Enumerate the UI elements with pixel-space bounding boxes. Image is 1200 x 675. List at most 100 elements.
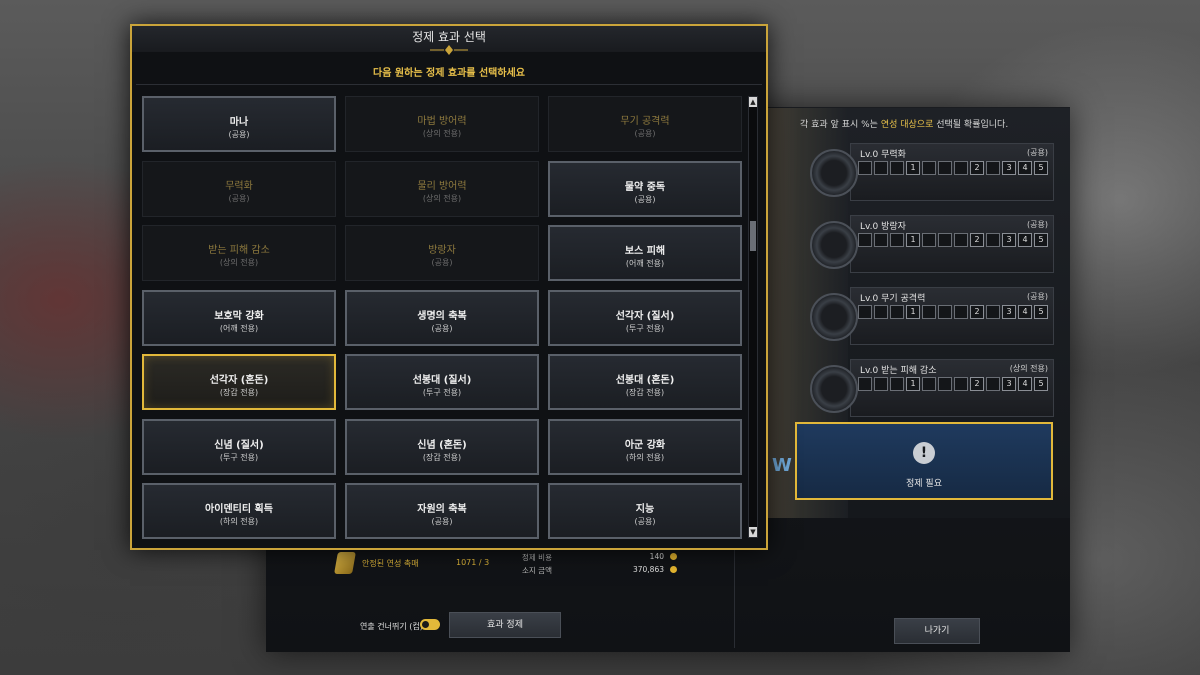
effect-option[interactable]: 방랑자 (공용) xyxy=(345,225,539,281)
effect-restriction: (공용) xyxy=(634,129,656,138)
logo-icon: W xyxy=(772,455,792,476)
level-box xyxy=(858,305,872,319)
slot-gem-icon xyxy=(810,365,858,413)
scroll-thumb[interactable] xyxy=(750,221,756,251)
scroll-down-icon[interactable]: ▼ xyxy=(749,527,757,537)
slot-tag: (공용) xyxy=(1027,220,1048,229)
gold-coin-icon xyxy=(670,566,677,573)
effect-name: 방랑자 xyxy=(428,245,456,256)
level-box xyxy=(874,377,888,391)
level-box xyxy=(938,161,952,175)
slot-tag: (공용) xyxy=(1027,148,1048,157)
slot-name: Lv.0 방랑자 xyxy=(860,222,906,232)
effect-restriction: (하의 전용) xyxy=(219,517,259,526)
effect-slot: Lv.0 무력화 (공용) 1 2 3 4 5 xyxy=(810,143,1054,201)
effect-option[interactable]: 물약 중독 (공용) xyxy=(548,160,742,217)
effect-restriction: (공용) xyxy=(634,517,656,526)
slot-tag: (상의 전용) xyxy=(1009,364,1048,373)
scroll-up-icon[interactable]: ▲ xyxy=(749,97,757,107)
level-marker: 5 xyxy=(1034,161,1048,175)
effect-restriction: (공용) xyxy=(431,323,453,333)
effect-option[interactable]: 보호막 강화 (어깨 전용) xyxy=(142,289,336,346)
scrollbar[interactable]: ▲ ▼ xyxy=(748,96,758,538)
effect-slot: Lv.0 받는 피해 감소 (상의 전용) 1 2 3 4 5 xyxy=(810,359,1054,417)
effect-option[interactable]: 생명의 축복 (공용) xyxy=(345,289,539,346)
effect-option[interactable]: 마나 (공용) xyxy=(142,96,336,152)
level-box xyxy=(890,305,904,319)
effect-option[interactable]: 선봉대 (질서) (투구 전용) xyxy=(345,354,539,410)
divider xyxy=(734,548,735,648)
level-track: 1 2 345 xyxy=(858,161,1048,175)
effect-name: 선각자 (질서) xyxy=(615,310,675,322)
effect-restriction: (공용) xyxy=(431,517,453,526)
effect-restriction: (어깨 전용) xyxy=(219,323,259,333)
level-marker: 5 xyxy=(1034,233,1048,247)
effect-name: 선봉대 (혼돈) xyxy=(615,375,675,386)
level-box xyxy=(858,161,872,175)
effect-restriction: (공용) xyxy=(431,258,453,267)
skip-animation-toggle[interactable] xyxy=(420,619,440,630)
cost-value: 140 xyxy=(649,552,664,561)
effect-name: 지능 xyxy=(635,504,655,515)
effect-name: 신념 (질서) xyxy=(214,439,264,451)
divider xyxy=(136,84,762,85)
effect-restriction: (하의 전용) xyxy=(625,452,665,462)
effect-restriction: (장갑 전용) xyxy=(422,452,462,462)
level-marker: 3 xyxy=(1002,161,1016,175)
effect-option[interactable]: 신념 (질서) (투구 전용) xyxy=(142,418,336,475)
level-box xyxy=(986,305,1000,319)
effect-slot: Lv.0 방랑자 (공용) 1 2 3 4 5 xyxy=(810,215,1054,273)
level-marker: 1 xyxy=(906,233,920,247)
material-name: 안정된 연성 촉매 xyxy=(362,559,419,568)
effect-restriction: (상의 전용) xyxy=(422,129,462,138)
level-marker: 1 xyxy=(906,377,920,391)
level-box xyxy=(954,305,968,319)
effect-name: 자원의 축복 xyxy=(417,504,467,515)
effect-option[interactable]: 지능 (공용) xyxy=(548,483,742,539)
effect-option[interactable]: 보스 피해 (어깨 전용) xyxy=(548,225,742,281)
effect-option[interactable]: 아이덴티티 획득 (하의 전용) xyxy=(142,483,336,539)
level-box xyxy=(938,233,952,247)
refine-required-label: 정제 필요 xyxy=(906,479,942,489)
effect-name: 보호막 강화 xyxy=(214,310,264,322)
level-marker: 3 xyxy=(1002,233,1016,247)
effect-option[interactable]: 아군 강화 (하의 전용) xyxy=(548,418,742,475)
level-marker: 1 xyxy=(906,161,920,175)
gold-value: 370,863 xyxy=(632,565,664,574)
effect-option[interactable]: 신념 (혼돈) (장갑 전용) xyxy=(345,418,539,475)
effect-option[interactable]: 자원의 축복 (공용) xyxy=(345,483,539,539)
effect-option[interactable]: 받는 피해 감소 (상의 전용) xyxy=(142,225,336,281)
refine-required-button[interactable]: ! 정제 필요 xyxy=(795,422,1053,500)
effect-name: 아군 강화 xyxy=(624,439,666,451)
level-marker: 4 xyxy=(1018,161,1032,175)
slot-tag: (공용) xyxy=(1027,292,1048,301)
slot-gem-icon xyxy=(810,149,858,197)
level-marker: 5 xyxy=(1034,305,1048,319)
effect-option[interactable]: 선각자 (질서) (투구 전용) xyxy=(548,289,742,346)
effect-name: 아이덴티티 획득 xyxy=(205,504,273,515)
refine-effect-button[interactable]: 효과 정제 xyxy=(449,612,561,638)
effect-option[interactable]: 물리 방어력 (상의 전용) xyxy=(345,160,539,217)
level-track: 1 2 345 xyxy=(858,305,1048,319)
effect-option[interactable]: 무력화 (공용) xyxy=(142,160,336,217)
skip-animation-label: 연출 건너뛰기 (컵) xyxy=(360,622,423,631)
effect-restriction: (장갑 전용) xyxy=(219,388,259,397)
level-box xyxy=(922,233,936,247)
exit-button[interactable]: 나가기 xyxy=(894,618,980,644)
effect-option[interactable]: 마법 방어력 (상의 전용) xyxy=(345,96,539,152)
level-box xyxy=(874,161,888,175)
level-box xyxy=(874,233,888,247)
effect-option[interactable]: 선각자 (혼돈) (장갑 전용) xyxy=(142,354,336,410)
level-box xyxy=(890,161,904,175)
effect-option[interactable]: 선봉대 (혼돈) (장갑 전용) xyxy=(548,354,742,410)
effect-restriction: (투구 전용) xyxy=(219,452,259,462)
effect-name: 무력화 xyxy=(225,180,253,192)
effect-restriction: (어깨 전용) xyxy=(625,259,665,268)
effect-option[interactable]: 무기 공격력 (공용) xyxy=(548,96,742,152)
level-marker: 2 xyxy=(970,233,984,247)
cost-label: 정제 비용 xyxy=(522,553,552,562)
level-box xyxy=(986,233,1000,247)
level-marker: 3 xyxy=(1002,305,1016,319)
slot-gem-icon xyxy=(810,293,858,341)
effect-name: 무기 공격력 xyxy=(620,116,670,127)
